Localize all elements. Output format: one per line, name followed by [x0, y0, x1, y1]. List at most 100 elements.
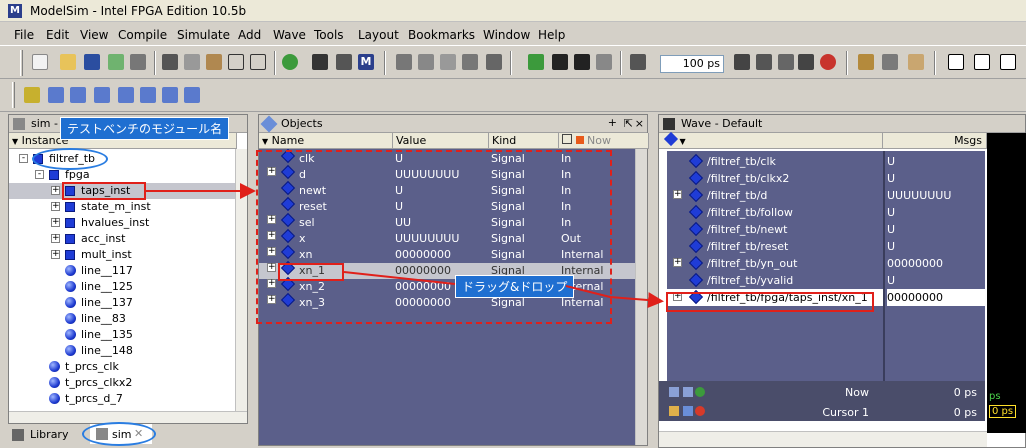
wave-signal-row[interactable]: /filtref_tb/clkx2 [667, 170, 885, 187]
tree-item[interactable]: + hvalues_inst [9, 215, 237, 231]
up-arrow-icon[interactable] [552, 54, 568, 70]
save-icon[interactable] [84, 54, 100, 70]
cursor-add-icon[interactable] [669, 387, 679, 397]
column-value[interactable]: Value [393, 133, 489, 149]
tree-item[interactable]: line__83 [9, 311, 237, 327]
wave-signal-row[interactable]: + /filtref_tb/yn_out [667, 255, 885, 272]
hand-icon[interactable] [908, 54, 924, 70]
menu-bookmarks[interactable]: Bookmarks [408, 28, 475, 42]
redo-icon[interactable] [250, 54, 266, 70]
objects-vertical-scrollbar[interactable] [635, 149, 647, 445]
toolbar-grip[interactable] [12, 82, 15, 108]
wave-signal-row[interactable]: + /filtref_tb/d [667, 187, 885, 204]
open-folder-icon[interactable] [60, 54, 76, 70]
modelsim-icon[interactable]: M [358, 54, 374, 70]
menu-compile[interactable]: Compile [118, 28, 167, 42]
compile-all-icon[interactable] [418, 54, 434, 70]
menu-file[interactable]: File [14, 28, 34, 42]
menu-view[interactable]: View [80, 28, 108, 42]
tree-item[interactable]: line__135 [9, 327, 237, 343]
step-into-icon[interactable] [858, 54, 874, 70]
tree-item[interactable]: line__125 [9, 279, 237, 295]
continue-icon[interactable] [756, 54, 772, 70]
tree-item[interactable]: t_prcs_d_7 [9, 391, 237, 407]
sim-vertical-scrollbar[interactable] [235, 149, 247, 411]
cursor-prev-icon[interactable] [48, 87, 64, 103]
select-pointer-icon[interactable] [948, 54, 964, 70]
column-name[interactable]: ▼ Name [259, 133, 393, 149]
tab-library[interactable]: Library [10, 426, 76, 444]
simulate-icon[interactable] [462, 54, 478, 70]
tree-item[interactable]: - fpga [9, 167, 237, 183]
collapse-icon[interactable]: - [35, 170, 44, 179]
cursor-next-icon[interactable] [70, 87, 86, 103]
wave-signal-row[interactable]: /filtref_tb/yvalid [667, 272, 885, 289]
cursor-lock-icon[interactable] [683, 387, 693, 397]
find-icon[interactable] [312, 54, 328, 70]
filter-icon[interactable] [562, 134, 572, 144]
step-over-icon[interactable] [882, 54, 898, 70]
tree-item[interactable]: + mult_inst [9, 247, 237, 263]
zoom-mode-icon[interactable] [974, 54, 990, 70]
cursor-tool-icon[interactable] [683, 406, 693, 416]
hierarchy-icon[interactable] [336, 54, 352, 70]
new-file-icon[interactable] [32, 54, 48, 70]
tree-item[interactable]: t_prcs_clkx2 [9, 375, 237, 391]
menu-edit[interactable]: Edit [46, 28, 69, 42]
run-all-icon[interactable] [778, 54, 794, 70]
break-icon[interactable] [486, 54, 502, 70]
wave-signal-row[interactable]: /filtref_tb/follow [667, 204, 885, 221]
left-arrow-icon[interactable] [574, 54, 590, 70]
close-icon[interactable]: × [635, 115, 644, 133]
edit-mode-icon[interactable] [1000, 54, 1016, 70]
cursor-delete-icon[interactable] [695, 406, 705, 416]
edge-prev-icon[interactable] [94, 87, 110, 103]
collapse-icon[interactable]: - [19, 154, 28, 163]
expand-icon[interactable]: + [51, 234, 60, 243]
wave-signal-row[interactable]: /filtref_tb/clk [667, 153, 885, 170]
edge-falling-icon[interactable] [140, 87, 156, 103]
dropdown-icon[interactable]: ▼ [680, 137, 686, 146]
expand-icon[interactable]: + [51, 250, 60, 259]
step-icon[interactable] [528, 54, 544, 70]
menu-layout[interactable]: Layout [358, 28, 399, 42]
wave-signal-row[interactable]: /filtref_tb/reset [667, 238, 885, 255]
sim-horizontal-scrollbar[interactable] [9, 411, 247, 423]
tree-item[interactable]: line__137 [9, 295, 237, 311]
menu-add[interactable]: Add [238, 28, 261, 42]
edge-next-icon[interactable] [118, 87, 134, 103]
wave-signal-row[interactable]: /filtref_tb/newt [667, 221, 885, 238]
reload-icon[interactable] [108, 54, 124, 70]
tree-item[interactable]: line__148 [9, 343, 237, 359]
add-icon[interactable] [282, 54, 298, 70]
undo-icon[interactable] [228, 54, 244, 70]
tree-item[interactable]: t_prcs_clk [9, 359, 237, 375]
cursor-add-icon[interactable] [24, 87, 40, 103]
run-icon[interactable] [734, 54, 750, 70]
compile-icon[interactable] [396, 54, 412, 70]
menu-window[interactable]: Window [483, 28, 530, 42]
expand-icon[interactable]: + [51, 202, 60, 211]
right-arrow-icon[interactable] [596, 54, 612, 70]
cursor-edit-icon[interactable] [669, 406, 679, 416]
undock-icon[interactable]: ⇱ [624, 115, 633, 133]
menu-wave[interactable]: Wave [273, 28, 306, 42]
edge-any-icon[interactable] [184, 87, 200, 103]
menu-tools[interactable]: Tools [314, 28, 344, 42]
print-icon[interactable] [130, 54, 146, 70]
tree-item[interactable]: + acc_inst [9, 231, 237, 247]
msgs-header[interactable]: Msgs [883, 133, 987, 149]
break-run-icon[interactable] [798, 54, 814, 70]
expand-icon[interactable]: + [673, 258, 682, 267]
expand-icon[interactable]: + [51, 186, 60, 195]
cut-icon[interactable] [162, 54, 178, 70]
toolbar-grip[interactable] [20, 50, 23, 76]
dock-icon[interactable]: + [608, 114, 617, 132]
expand-icon[interactable]: + [673, 190, 682, 199]
column-kind[interactable]: Kind [489, 133, 559, 149]
expand-icon[interactable]: + [51, 218, 60, 227]
compile-selected-icon[interactable] [440, 54, 456, 70]
run-length-input[interactable]: 100 ps [660, 55, 724, 73]
wave-signal-header[interactable]: ▼ [659, 131, 883, 149]
tree-item[interactable]: + state_m_inst [9, 199, 237, 215]
